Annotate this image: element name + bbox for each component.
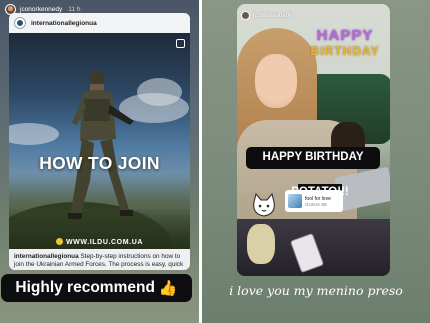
shared-post-card[interactable]: internationallegionua HOW TO JOIN WWW.IL… bbox=[9, 13, 190, 270]
left-story[interactable]: jconorkennedy 11 h internationallegionua bbox=[0, 0, 199, 323]
story-timestamp: 11 h bbox=[68, 6, 81, 13]
cat-sticker-icon bbox=[253, 192, 275, 217]
post-url: WWW.ILDU.COM.UA bbox=[9, 238, 190, 246]
song-artist: GUSJA SE bbox=[305, 201, 328, 207]
post-image[interactable]: HOW TO JOIN WWW.ILDU.COM.UA bbox=[9, 33, 190, 249]
post-header: internationallegionua bbox=[9, 13, 190, 33]
globe-icon bbox=[55, 238, 63, 245]
story-photo[interactable]: jconorkennedy HAPPY BIRTHDAY HAPPY BIRTH… bbox=[237, 4, 390, 276]
story-username[interactable]: jconorkennedy bbox=[253, 13, 292, 19]
post-headline: HOW TO JOIN bbox=[39, 153, 160, 173]
soldier-figure bbox=[68, 71, 134, 219]
post-caption: internationallegionua Step-by-step instr… bbox=[14, 253, 184, 270]
post-account-avatar[interactable] bbox=[14, 17, 26, 29]
post-account-name[interactable]: internationallegionua bbox=[31, 20, 97, 27]
carousel-icon bbox=[176, 39, 185, 48]
birthday-text-sticker: HAPPY BIRTHDAY bbox=[246, 147, 380, 169]
text-sticker: Highly recommend 👍 bbox=[1, 274, 192, 302]
right-story[interactable]: jconorkennedy HAPPY BIRTHDAY HAPPY BIRTH… bbox=[202, 0, 430, 323]
birthday-balloons: HAPPY BIRTHDAY bbox=[310, 27, 380, 58]
right-story-header: jconorkennedy bbox=[241, 11, 292, 20]
album-art-icon bbox=[288, 194, 302, 208]
story-caption: i love you my menino preso bbox=[229, 283, 403, 298]
story-username[interactable]: jconorkennedy bbox=[20, 6, 62, 13]
music-sticker[interactable]: fool for love GUSJA SE bbox=[285, 190, 343, 212]
avatar[interactable] bbox=[241, 11, 250, 20]
thumbs-up-icon: 👍 bbox=[158, 280, 178, 297]
